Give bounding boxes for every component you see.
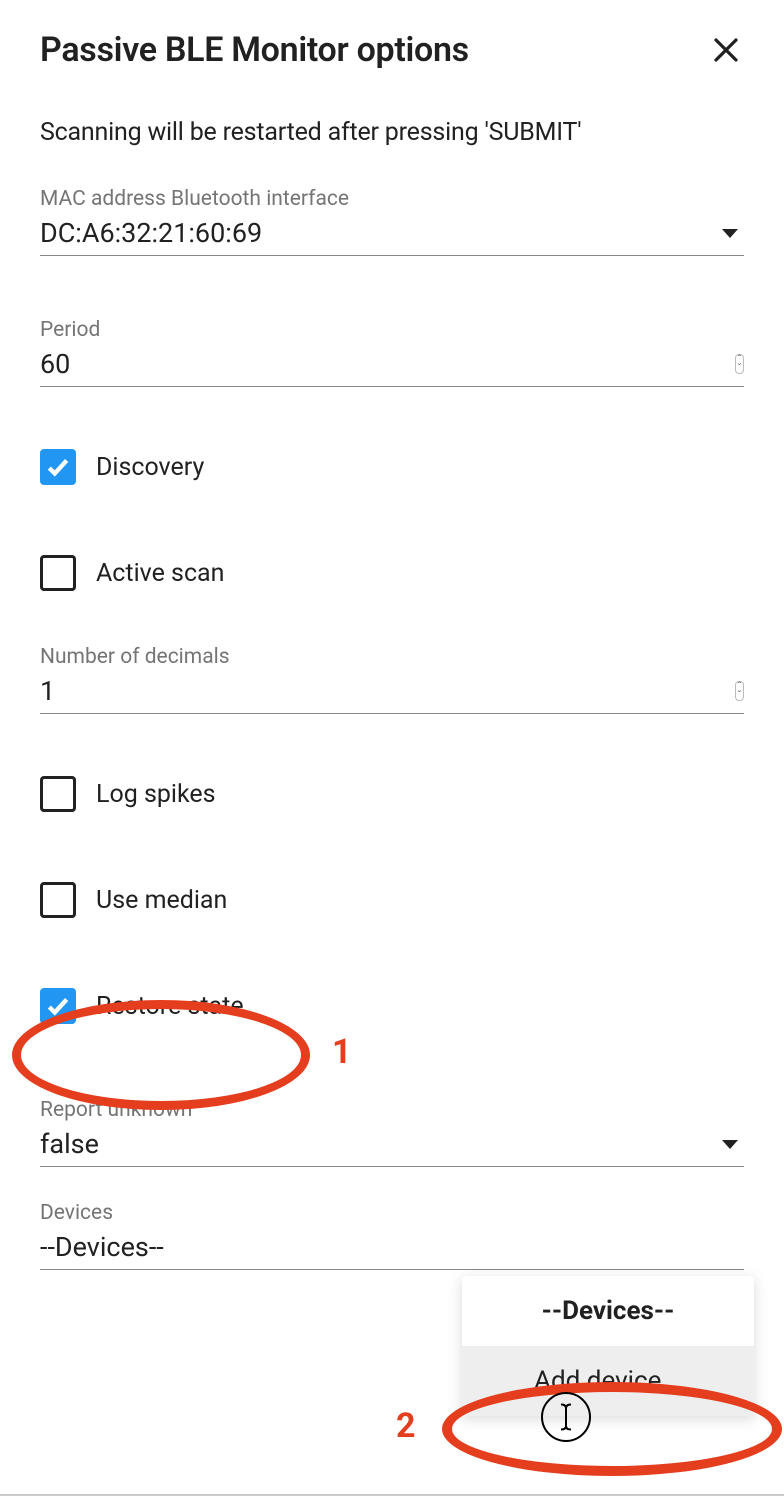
restore-state-row: Restore state xyxy=(40,988,744,1024)
number-stepper-icon[interactable]: ˆˇ xyxy=(735,354,744,374)
report-unknown-field: Report unknown false xyxy=(40,1098,744,1167)
dropdown-option-add-device[interactable]: Add device... xyxy=(462,1346,754,1416)
dropdown-option-devices[interactable]: --Devices-- xyxy=(462,1276,754,1346)
chevron-down-icon xyxy=(722,229,738,238)
close-icon xyxy=(711,35,741,65)
close-button[interactable] xyxy=(708,32,744,68)
divider xyxy=(0,1494,784,1496)
active-scan-row: Active scan xyxy=(40,555,744,591)
annotation-label-2: 2 xyxy=(396,1406,416,1446)
devices-value: --Devices-- xyxy=(40,1231,744,1263)
mac-address-select[interactable]: DC:A6:32:21:60:69 xyxy=(40,217,744,256)
report-unknown-value: false xyxy=(40,1128,722,1160)
mac-address-field: MAC address Bluetooth interface DC:A6:32… xyxy=(40,187,744,256)
dialog-title: Passive BLE Monitor options xyxy=(40,30,469,70)
checkmark-icon xyxy=(45,454,71,480)
discovery-label: Discovery xyxy=(96,453,204,482)
checkmark-icon xyxy=(45,993,71,1019)
restore-state-checkbox[interactable] xyxy=(40,988,76,1024)
log-spikes-checkbox[interactable] xyxy=(40,776,76,812)
active-scan-checkbox[interactable] xyxy=(40,555,76,591)
period-input[interactable]: 60 ˆˇ xyxy=(40,348,744,387)
chevron-down-icon xyxy=(722,1140,738,1149)
decimals-field: Number of decimals 1 ˆˇ xyxy=(40,645,744,714)
log-spikes-row: Log spikes xyxy=(40,776,744,812)
period-value: 60 xyxy=(40,348,735,380)
log-spikes-label: Log spikes xyxy=(96,780,216,809)
decimals-value: 1 xyxy=(40,675,735,707)
intro-text: Scanning will be restarted after pressin… xyxy=(40,118,744,147)
dialog-header: Passive BLE Monitor options xyxy=(40,30,744,70)
discovery-row: Discovery xyxy=(40,449,744,485)
use-median-checkbox[interactable] xyxy=(40,882,76,918)
active-scan-label: Active scan xyxy=(96,559,224,588)
use-median-label: Use median xyxy=(96,886,227,915)
devices-dropdown-menu: --Devices-- Add device... xyxy=(462,1276,754,1416)
restore-state-label: Restore state xyxy=(96,992,244,1021)
decimals-label: Number of decimals xyxy=(40,645,744,669)
mac-address-value: DC:A6:32:21:60:69 xyxy=(40,217,722,249)
decimals-input[interactable]: 1 ˆˇ xyxy=(40,675,744,714)
number-stepper-icon[interactable]: ˆˇ xyxy=(735,681,744,701)
period-label: Period xyxy=(40,318,744,342)
report-unknown-select[interactable]: false xyxy=(40,1128,744,1167)
options-dialog: Passive BLE Monitor options Scanning wil… xyxy=(0,0,784,1270)
report-unknown-label: Report unknown xyxy=(40,1098,744,1122)
use-median-row: Use median xyxy=(40,882,744,918)
devices-field: Devices --Devices-- xyxy=(40,1201,744,1270)
devices-select[interactable]: --Devices-- xyxy=(40,1231,744,1270)
devices-label: Devices xyxy=(40,1201,744,1225)
discovery-checkbox[interactable] xyxy=(40,449,76,485)
period-field: Period 60 ˆˇ xyxy=(40,318,744,387)
mac-address-label: MAC address Bluetooth interface xyxy=(40,187,744,211)
